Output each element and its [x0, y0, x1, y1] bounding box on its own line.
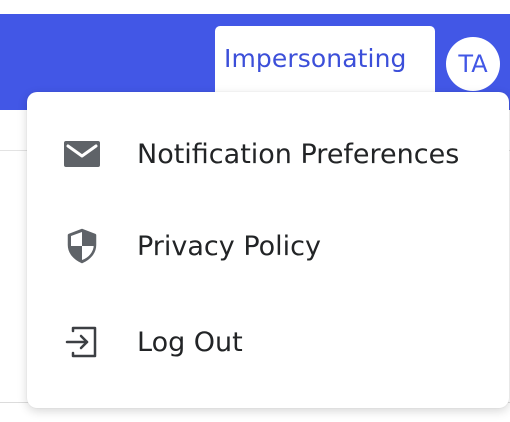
menu-item-label: Notification Preferences [137, 138, 460, 170]
logout-icon [63, 323, 101, 361]
shield-icon [63, 227, 101, 265]
menu-item-notification-preferences[interactable]: Notification Preferences [27, 112, 509, 196]
envelope-icon [63, 135, 101, 173]
user-avatar-button[interactable]: TA [446, 37, 500, 91]
menu-item-label: Log Out [137, 326, 243, 358]
impersonating-badge[interactable]: Impersonating [215, 26, 435, 102]
menu-item-log-out[interactable]: Log Out [27, 300, 509, 384]
menu-item-label: Privacy Policy [137, 230, 322, 262]
user-dropdown-menu: Notification Preferences Privacy Policy … [27, 92, 509, 408]
menu-item-privacy-policy[interactable]: Privacy Policy [27, 204, 509, 288]
